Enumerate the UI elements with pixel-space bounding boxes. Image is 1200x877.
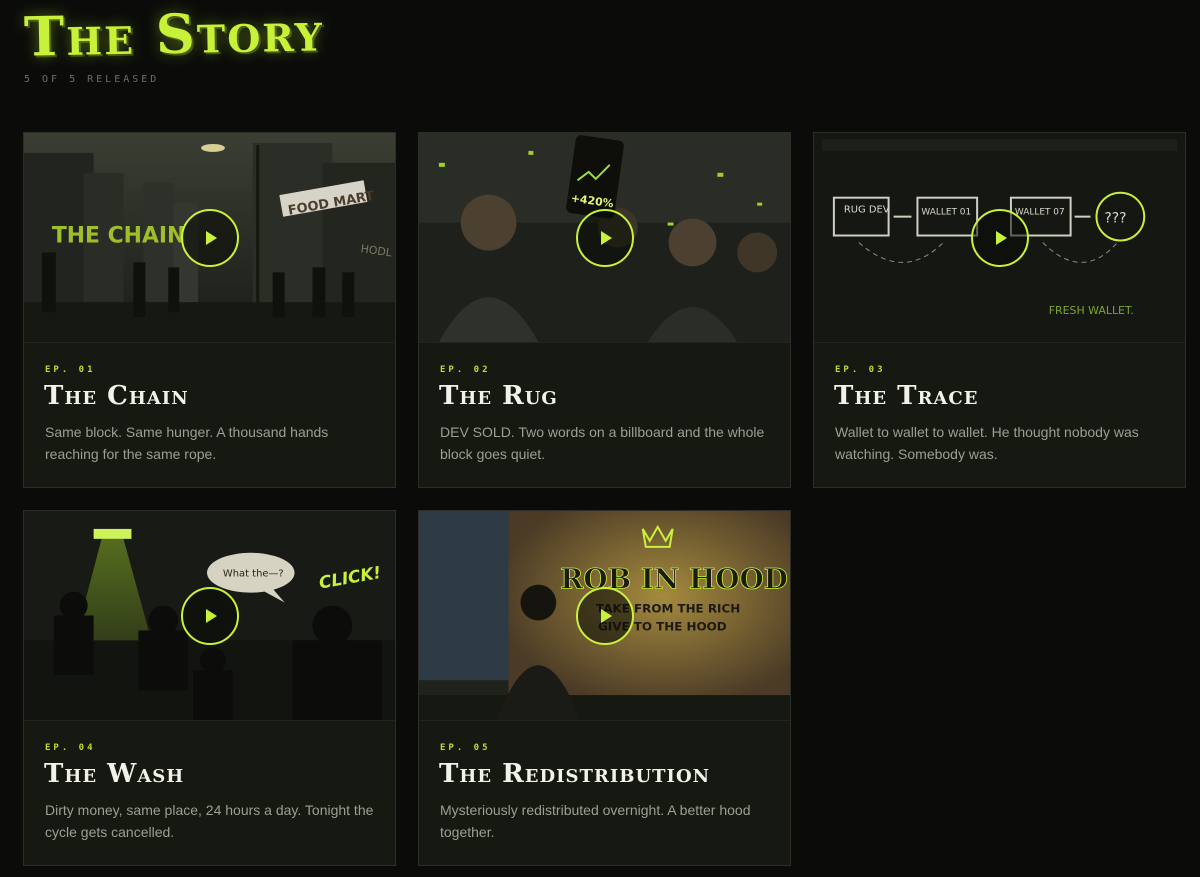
episode-card-03[interactable]: RUG DEV WALLET 01 WALLET 07 ??? FRESH WA… <box>813 132 1186 488</box>
node-rug-dev: RUG DEV <box>844 205 890 216</box>
episode-description: Same block. Same hunger. A thousand hand… <box>45 424 329 462</box>
episode-grid: FOOD MART THE CHAIN HODL OR DIE EP. 01 T… <box>23 132 1186 866</box>
fresh-wallet-note: FRESH WALLET. <box>1049 304 1134 317</box>
episode-number: EP. 02 <box>440 365 491 375</box>
play-icon <box>995 230 1007 245</box>
episode-thumbnail[interactable]: RUG DEV WALLET 01 WALLET 07 ??? FRESH WA… <box>814 133 1185 343</box>
episode-number: EP. 01 <box>45 365 96 375</box>
episode-thumbnail[interactable]: +420% <box>419 133 790 343</box>
episode-description: Mysteriously redistributed overnight. A … <box>440 802 751 840</box>
node-unknown: ??? <box>1104 211 1126 227</box>
play-icon <box>600 230 612 245</box>
episode-number: EP. 05 <box>440 743 491 753</box>
graffiti-chain: THE CHAIN <box>52 223 185 248</box>
play-icon <box>205 230 217 245</box>
play-button[interactable] <box>575 208 634 267</box>
play-button[interactable] <box>575 586 634 645</box>
page-title: The Story <box>23 0 325 69</box>
episode-card-04[interactable]: What the—? CLICK! EP. 04 The Wash Dirty … <box>23 510 396 866</box>
episode-title[interactable]: The Redistribution <box>439 759 710 789</box>
episode-card-02[interactable]: +420% EP. 02 The Rug DEV SOLD. Two words… <box>418 132 791 488</box>
episode-thumbnail[interactable]: What the—? CLICK! <box>24 511 395 721</box>
play-icon <box>205 608 217 623</box>
episode-description: Dirty money, same place, 24 hours a day.… <box>45 802 374 840</box>
episode-card-05[interactable]: ROB IN HOOD TAKE FROM THE RICH GIVE TO T… <box>418 510 791 866</box>
node-wallet-07: WALLET 07 <box>1015 208 1065 218</box>
play-icon <box>600 608 612 623</box>
play-button[interactable] <box>180 586 239 645</box>
episode-number: EP. 04 <box>45 743 96 753</box>
speech-bubble-text: What the—? <box>223 569 284 580</box>
episode-description: Wallet to wallet to wallet. He thought n… <box>835 424 1139 462</box>
release-count: 5 OF 5 RELEASED <box>24 74 160 85</box>
episode-card-01[interactable]: FOOD MART THE CHAIN HODL OR DIE EP. 01 T… <box>23 132 396 488</box>
episode-title[interactable]: The Chain <box>44 381 189 411</box>
episode-thumbnail[interactable]: ROB IN HOOD TAKE FROM THE RICH GIVE TO T… <box>419 511 790 721</box>
episode-description: DEV SOLD. Two words on a billboard and t… <box>440 424 765 462</box>
episode-title[interactable]: The Rug <box>439 381 558 411</box>
episode-thumbnail[interactable]: FOOD MART THE CHAIN HODL OR DIE <box>24 133 395 343</box>
node-wallet-01: WALLET 01 <box>921 208 971 218</box>
play-button[interactable] <box>970 208 1029 267</box>
episode-title[interactable]: The Trace <box>834 381 978 411</box>
episode-number: EP. 03 <box>835 365 886 375</box>
play-button[interactable] <box>180 208 239 267</box>
episode-title[interactable]: The Wash <box>44 759 184 789</box>
